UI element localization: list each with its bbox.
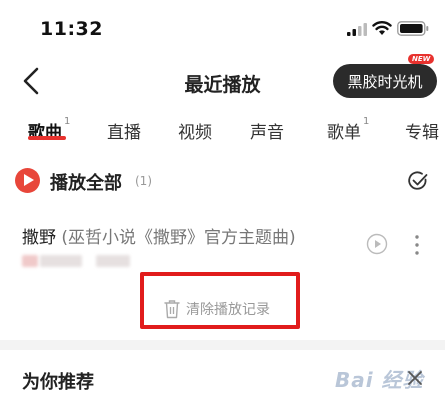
- status-bar: 11:32: [0, 0, 445, 58]
- tab-audio[interactable]: 声音: [250, 118, 284, 143]
- tab-label: 视频: [178, 123, 212, 143]
- wifi-icon: [372, 21, 392, 35]
- artist-info-blurred: [22, 255, 38, 267]
- artist-info-blurred: [40, 255, 82, 267]
- play-all-count: (1): [135, 174, 152, 188]
- active-tab-indicator: [28, 136, 66, 140]
- song-title-line: 撒野 (巫哲小说《撒野》官方主题曲): [22, 223, 296, 248]
- trash-icon: [164, 300, 180, 319]
- tab-label: 歌单: [327, 123, 361, 143]
- vinyl-time-machine-button[interactable]: 黑胶时光机: [333, 64, 437, 98]
- play-all-bar: 播放全部 (1): [0, 160, 445, 204]
- recommend-section-title: 为你推荐: [22, 372, 94, 393]
- section-divider: [0, 340, 445, 350]
- status-time: 11:32: [40, 18, 103, 40]
- mv-play-icon[interactable]: [366, 233, 388, 255]
- close-icon[interactable]: [407, 370, 423, 386]
- clear-history-button[interactable]: 清除播放记录: [163, 298, 270, 320]
- tab-label: 歌曲: [28, 123, 62, 143]
- category-tabs: 歌曲1 直播 视频 声音 歌单1 专辑: [0, 112, 445, 148]
- artist-info-blurred: [96, 255, 130, 267]
- play-all-button[interactable]: 播放全部: [50, 169, 122, 195]
- tab-count: 1: [64, 116, 71, 127]
- battery-icon: [397, 21, 429, 36]
- song-subtitle: (巫哲小说《撒野》官方主题曲): [61, 228, 296, 248]
- tab-label: 专辑: [405, 123, 439, 143]
- tab-label: 直播: [107, 123, 141, 143]
- multi-select-check-icon[interactable]: [407, 170, 429, 192]
- clear-history-label: 清除播放记录: [186, 302, 270, 318]
- tab-albums[interactable]: 专辑: [405, 118, 439, 143]
- tab-label: 声音: [250, 123, 284, 143]
- vinyl-time-machine-label: 黑胶时光机: [347, 72, 423, 91]
- more-vertical-icon[interactable]: [412, 233, 422, 257]
- tab-count: 1: [363, 116, 370, 127]
- tab-playlists[interactable]: 歌单1: [327, 116, 370, 143]
- nav-header: 最近播放 黑胶时光机 NEW: [0, 54, 445, 104]
- play-icon[interactable]: [15, 168, 40, 193]
- tab-live[interactable]: 直播: [107, 118, 141, 143]
- song-list-item[interactable]: 撒野 (巫哲小说《撒野》官方主题曲): [0, 215, 445, 275]
- cellular-signal-icon: [347, 23, 367, 36]
- tab-videos[interactable]: 视频: [178, 118, 212, 143]
- new-badge: NEW: [408, 54, 435, 64]
- song-title: 撒野: [22, 228, 56, 248]
